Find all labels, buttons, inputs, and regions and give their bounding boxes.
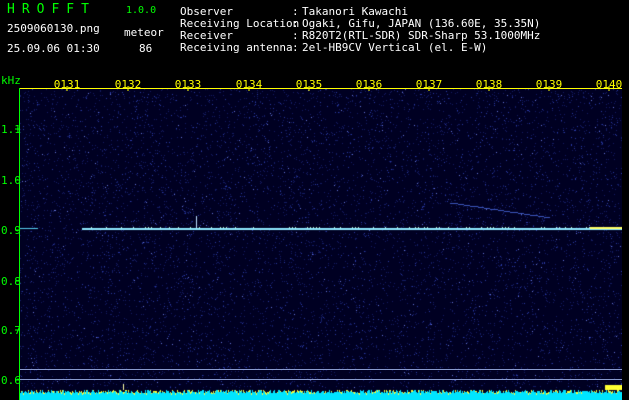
x-tick-label: 0138 — [475, 78, 503, 91]
y-tick-label: 0.7 — [1, 324, 21, 337]
y-tick-label: 0.6 — [1, 374, 21, 387]
x-tick-label: 0136 — [355, 78, 383, 91]
event-label: meteor — [124, 26, 164, 39]
app-version: 1.0.0 — [126, 5, 157, 16]
file-name: 2509060130.png — [7, 22, 100, 35]
x-tick-label: 0132 — [114, 78, 142, 91]
antenna-label: Receiving antenna — [180, 41, 293, 54]
x-tick-label: 0133 — [174, 78, 202, 91]
antenna-value: 2el-HB9CV Vertical (el. E-W) — [302, 41, 488, 54]
x-tick-label: 0135 — [295, 78, 323, 91]
x-tick-label: 0131 — [53, 78, 81, 91]
y-tick-label: 1.0 — [1, 174, 21, 187]
info-colon: : — [292, 41, 299, 54]
hrofft-window: HROFFT 1.0.0 2509060130.png meteor 25.09… — [0, 0, 629, 400]
y-tick-label: 1.1 — [1, 123, 21, 136]
timestamp: 25.09.06 01:30 — [7, 42, 100, 55]
x-tick-label: 0140 — [595, 78, 623, 91]
y-tick-label: 0.9 — [1, 224, 21, 237]
spectrogram-canvas[interactable] — [20, 89, 622, 400]
header-panel: HROFFT 1.0.0 2509060130.png meteor 25.09… — [0, 0, 629, 76]
event-count: 86 — [139, 42, 153, 55]
x-tick-label: 0139 — [535, 78, 563, 91]
y-tick-label: 0.8 — [1, 275, 21, 288]
app-name: HROFFT — [7, 2, 96, 17]
x-tick-label: 0134 — [235, 78, 263, 91]
x-tick-label: 0137 — [415, 78, 443, 91]
y-axis-unit: kHz — [1, 74, 21, 87]
